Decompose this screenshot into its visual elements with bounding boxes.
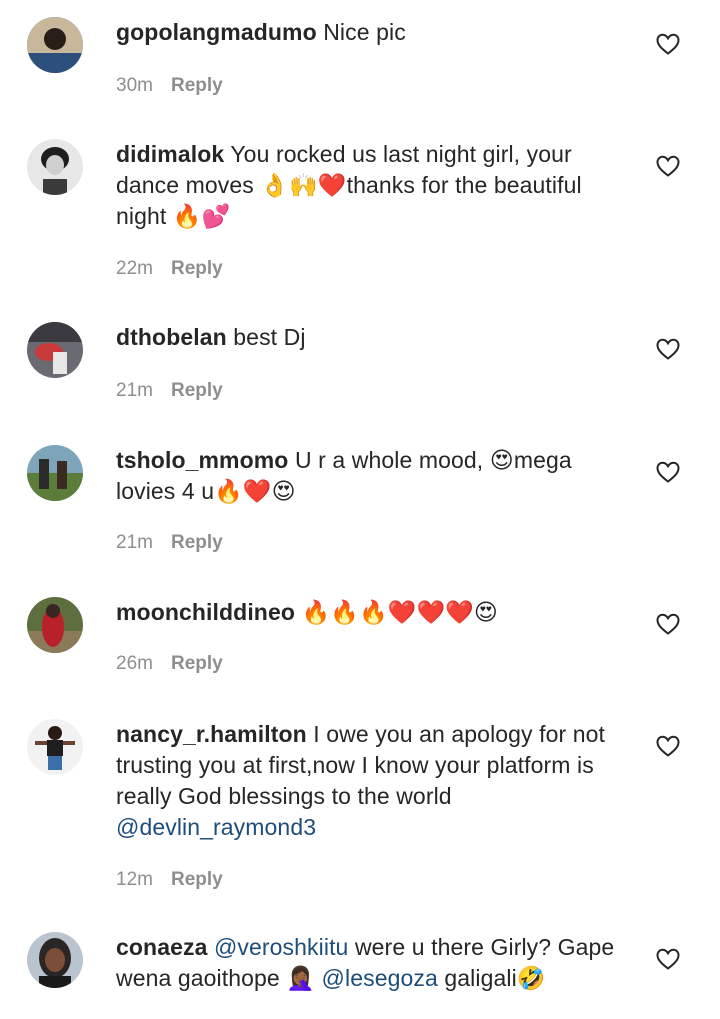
reply-button[interactable]: Reply (171, 75, 223, 96)
comment-username[interactable]: gopolangmadumo (116, 19, 317, 45)
comment-body: didimalok You rocked us last night girl,… (116, 139, 636, 232)
reply-button[interactable]: Reply (171, 258, 223, 279)
heart-outline-icon[interactable] (656, 33, 680, 55)
avatar-image (27, 719, 83, 775)
comment-time: 30m (116, 75, 153, 96)
avatar[interactable] (27, 139, 83, 195)
comment-username[interactable]: dthobelan (116, 324, 227, 350)
avatar[interactable] (27, 322, 83, 378)
comment-username[interactable]: didimalok (116, 141, 224, 167)
reply-button[interactable]: Reply (171, 532, 223, 553)
comment-text: best Dj (233, 324, 306, 350)
mention-link[interactable]: @devlin_raymond3 (116, 814, 316, 840)
comment-username[interactable]: moonchilddineo (116, 599, 295, 625)
avatar[interactable] (27, 932, 83, 988)
comment-meta: 21m Reply (116, 380, 223, 402)
avatar-image (27, 932, 83, 988)
heart-outline-icon[interactable] (656, 338, 680, 360)
comment-time: 12m (116, 869, 153, 890)
comment-meta: 30m Reply (116, 75, 223, 97)
avatar-image (27, 322, 83, 378)
avatar-image (27, 597, 83, 653)
heart-outline-icon[interactable] (656, 735, 680, 757)
avatar-image (27, 139, 83, 195)
avatar[interactable] (27, 17, 83, 73)
heart-outline-icon[interactable] (656, 155, 680, 177)
avatar-image (27, 17, 83, 73)
comment-body: conaeza @veroshkiitu were u there Girly?… (116, 932, 636, 994)
reply-button[interactable]: Reply (171, 653, 223, 674)
comment-time: 22m (116, 258, 153, 279)
comment-body: dthobelan best Dj (116, 322, 636, 353)
avatar-image (27, 445, 83, 501)
reply-button[interactable]: Reply (171, 380, 223, 401)
comment-text: Nice pic (323, 19, 406, 45)
mention-link[interactable]: @veroshkiitu (214, 934, 348, 960)
avatar[interactable] (27, 719, 83, 775)
heart-outline-icon[interactable] (656, 613, 680, 635)
heart-outline-icon[interactable] (656, 948, 680, 970)
comment-meta: 22m Reply (116, 258, 223, 280)
reply-button[interactable]: Reply (171, 869, 223, 890)
comment-text: galigali🤣 (444, 965, 546, 991)
comment-body: tsholo_mmomo U r a whole mood, 😍mega lov… (116, 445, 636, 507)
mention-link[interactable]: @lesegoza (322, 965, 438, 991)
comment-time: 21m (116, 532, 153, 553)
comment-username[interactable]: conaeza (116, 934, 207, 960)
comment-meta: 12m Reply (116, 869, 223, 891)
comment-username[interactable]: tsholo_mmomo (116, 447, 288, 473)
comment-body: gopolangmadumo Nice pic (116, 17, 636, 48)
avatar[interactable] (27, 445, 83, 501)
comment-body: moonchilddineo 🔥🔥🔥❤️❤️❤️😍 (116, 597, 636, 628)
heart-outline-icon[interactable] (656, 461, 680, 483)
comment-body: nancy_r.hamilton I owe you an apology fo… (116, 719, 636, 843)
comment-time: 21m (116, 380, 153, 401)
comment-text: 🔥🔥🔥❤️❤️❤️😍 (301, 599, 499, 625)
comment-meta: 26m Reply (116, 653, 223, 675)
comment-username[interactable]: nancy_r.hamilton (116, 721, 307, 747)
comment-time: 26m (116, 653, 153, 674)
comment-meta: 21m Reply (116, 532, 223, 554)
avatar[interactable] (27, 597, 83, 653)
